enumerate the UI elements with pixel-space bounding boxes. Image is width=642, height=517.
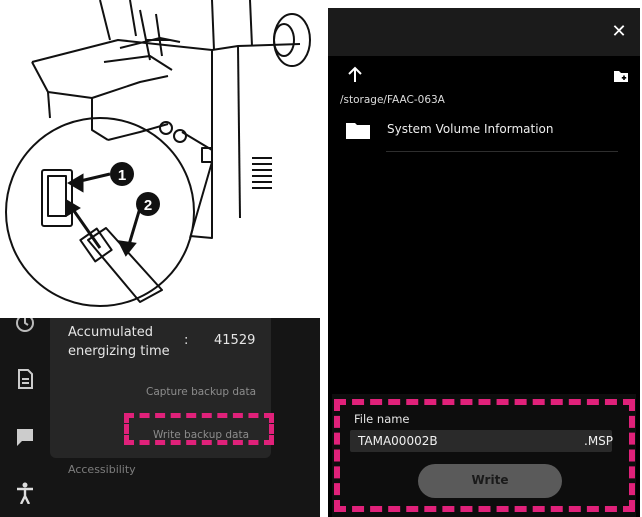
accumulated-time-label: Accumulated energizing time — [68, 325, 170, 359]
file-name-value: TAMA00002B — [358, 434, 438, 448]
capture-backup-button[interactable]: Capture backup data — [146, 386, 256, 398]
highlight-frame — [124, 413, 274, 445]
document-icon[interactable] — [14, 368, 36, 390]
machine-settings-panel: Accumulated energizing time : 41529 Capt… — [0, 318, 320, 517]
file-extension: .MSP — [584, 434, 614, 448]
sewing-machine-drawing: 1 2 — [5, 0, 311, 307]
write-button-label: Write — [471, 473, 509, 487]
file-name-label: File name — [354, 412, 410, 426]
accessibility-icon[interactable] — [14, 482, 36, 504]
folder-name: System Volume Information — [387, 122, 554, 136]
history-icon[interactable] — [14, 318, 36, 334]
file-name-input[interactable]: TAMA00002B — [350, 430, 612, 452]
sewing-machine-usb-illustration: 1 2 — [0, 0, 320, 314]
folder-icon — [346, 123, 370, 139]
write-button[interactable]: Write — [418, 464, 562, 498]
list-divider — [386, 151, 618, 152]
callout-1-label: 1 — [118, 167, 126, 184]
callout-2-label: 2 — [144, 197, 152, 214]
separator-colon: : — [184, 333, 189, 348]
new-folder-icon[interactable] — [613, 68, 629, 84]
dialog-top-bar: ✕ — [328, 8, 640, 56]
accessibility-menu-item[interactable]: Accessibility — [68, 463, 136, 476]
close-icon[interactable]: ✕ — [608, 21, 630, 43]
folder-list-item[interactable]: System Volume Information — [346, 116, 618, 152]
accumulated-time-value: 41529 — [214, 333, 256, 348]
arrow-up-icon[interactable] — [346, 66, 364, 84]
current-path: /storage/FAAC-063A — [340, 94, 445, 106]
message-icon[interactable] — [14, 426, 36, 448]
file-save-dialog: ✕ /storage/FAAC-063A System Volume Infor… — [328, 8, 640, 517]
